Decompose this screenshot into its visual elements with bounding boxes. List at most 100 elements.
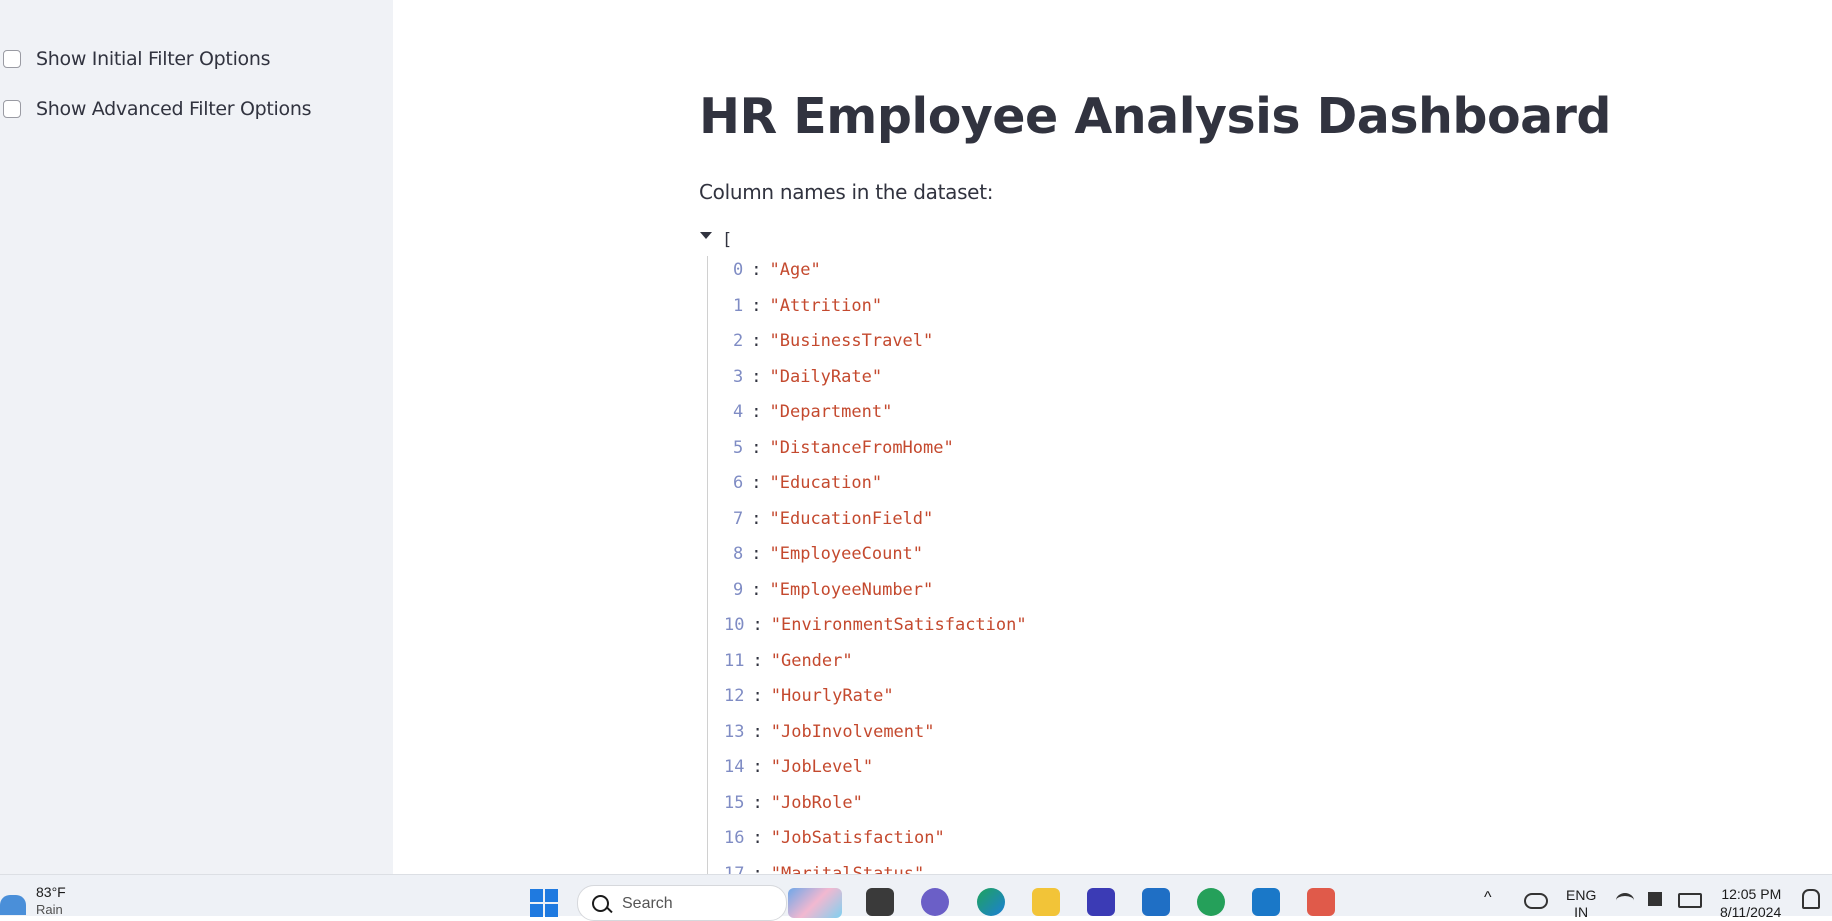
- json-index: 4: [733, 402, 744, 422]
- json-value: "EmployeeCount": [769, 544, 924, 564]
- json-colon: :: [752, 828, 763, 848]
- json-open-bracket: [: [722, 230, 733, 250]
- json-value: "DailyRate": [769, 366, 883, 387]
- json-list-item: 2: "BusinessTravel": [733, 331, 933, 351]
- clock-time: 12:05 PM: [1721, 886, 1782, 902]
- json-index: 3: [733, 366, 744, 387]
- powerapps-icon[interactable]: [1087, 888, 1115, 916]
- json-colon: :: [751, 260, 762, 280]
- json-list-item: 16: "JobSatisfaction": [724, 828, 945, 848]
- battery-icon[interactable]: [1678, 893, 1702, 908]
- meet-icon[interactable]: [921, 888, 949, 916]
- json-list-item: 6: "Education": [733, 473, 882, 493]
- json-value: "EducationField": [769, 508, 934, 529]
- store-icon[interactable]: [1142, 888, 1170, 916]
- json-value: "BusinessTravel": [769, 331, 934, 351]
- json-value: "JobInvolvement": [770, 721, 935, 742]
- json-colon: :: [751, 544, 762, 564]
- json-collapse-toggle-icon[interactable]: [700, 232, 712, 239]
- json-value: "DistanceFromHome": [769, 437, 954, 458]
- json-colon: :: [751, 295, 762, 316]
- json-list-item: 9: "EmployeeNumber": [733, 580, 933, 600]
- snip-icon[interactable]: [1307, 888, 1335, 916]
- chevron-up-icon[interactable]: ^: [1484, 889, 1492, 907]
- search-highlight-image[interactable]: [788, 888, 842, 918]
- task-view-icon[interactable]: [866, 888, 894, 916]
- json-list-item: 10: "EnvironmentSatisfaction": [724, 615, 1027, 635]
- checkbox-label: Show Advanced Filter Options: [36, 98, 312, 120]
- page-title: HR Employee Analysis Dashboard: [699, 88, 1611, 145]
- weather-temperature[interactable]: 83°F: [36, 884, 66, 900]
- clock[interactable]: 12:05 PM 8/11/2024: [1720, 885, 1781, 921]
- dataset-columns-caption: Column names in the dataset:: [699, 180, 994, 204]
- clock-date: 8/11/2024: [1720, 904, 1782, 920]
- json-index: 5: [733, 437, 744, 458]
- file-explorer-icon[interactable]: [1032, 888, 1060, 916]
- json-index: 7: [733, 508, 744, 529]
- windows-start-icon[interactable]: [530, 889, 558, 917]
- search-icon: [592, 895, 609, 912]
- checkbox-box[interactable]: [3, 100, 21, 118]
- checkbox-label: Show Initial Filter Options: [36, 48, 271, 70]
- json-list-item: 12: "HourlyRate": [724, 686, 894, 706]
- json-value: "Attrition": [769, 295, 883, 316]
- json-value: "Education": [769, 473, 883, 493]
- language-indicator[interactable]: ENG IN: [1566, 887, 1596, 921]
- json-colon: :: [751, 402, 762, 422]
- json-colon: :: [751, 366, 762, 387]
- json-index: 10: [724, 615, 745, 635]
- json-list-item: 11: "Gender": [724, 651, 853, 671]
- json-list-item: 15: "JobRole": [724, 793, 863, 813]
- language-code: ENG: [1566, 887, 1597, 903]
- show-advanced-filter-checkbox[interactable]: Show Advanced Filter Options: [0, 98, 312, 120]
- json-index: 12: [724, 686, 745, 706]
- wifi-icon[interactable]: [1616, 893, 1634, 908]
- json-index: 6: [733, 473, 744, 493]
- show-initial-filter-checkbox[interactable]: Show Initial Filter Options: [0, 48, 271, 70]
- json-index: 2: [733, 331, 744, 351]
- json-value: "Age": [769, 260, 821, 280]
- notification-bell-icon[interactable]: [1802, 889, 1820, 909]
- weather-icon[interactable]: [0, 895, 26, 915]
- json-index: 9: [733, 579, 744, 600]
- json-colon: :: [752, 792, 763, 813]
- taskbar-search-box[interactable]: Search: [577, 885, 787, 921]
- json-index: 14: [724, 757, 745, 777]
- main-content: HR Employee Analysis Dashboard Column na…: [393, 0, 1832, 874]
- json-list-item: 14: "JobLevel": [724, 757, 873, 777]
- json-list-item: 3: "DailyRate": [733, 367, 882, 387]
- volume-icon[interactable]: [1648, 892, 1662, 906]
- checkbox-box[interactable]: [3, 50, 21, 68]
- edge-icon[interactable]: [977, 888, 1005, 916]
- whatsapp-icon[interactable]: [1197, 888, 1225, 916]
- json-list-item: 0: "Age": [733, 260, 821, 280]
- onedrive-cloud-icon[interactable]: [1524, 893, 1548, 909]
- json-colon: :: [752, 863, 763, 875]
- json-value: "Department": [769, 402, 893, 422]
- vscode-icon[interactable]: [1252, 888, 1280, 916]
- json-value: "EmployeeNumber": [769, 579, 934, 600]
- json-indent-guide: [707, 256, 708, 874]
- json-colon: :: [751, 508, 762, 529]
- json-list-item: 1: "Attrition": [733, 296, 882, 316]
- json-value: "HourlyRate": [770, 686, 894, 706]
- json-list-item: 17: "MaritalStatus": [724, 864, 924, 875]
- json-value: "EnvironmentSatisfaction": [770, 615, 1027, 635]
- region-code: IN: [1574, 904, 1589, 920]
- json-list-item: 4: "Department": [733, 402, 892, 422]
- json-colon: :: [752, 757, 763, 777]
- json-list-item: 7: "EducationField": [733, 509, 933, 529]
- json-colon: :: [752, 615, 763, 635]
- json-value: "Gender": [770, 650, 853, 671]
- json-index: 0: [733, 260, 744, 280]
- windows-taskbar: 83°F Rain Search ^ ENG IN 12:05 PM 8/11/…: [0, 874, 1832, 921]
- json-index: 15: [724, 792, 745, 813]
- json-list-item: 8: "EmployeeCount": [733, 544, 923, 564]
- json-value: "JobLevel": [770, 757, 874, 777]
- json-value: "MaritalStatus": [770, 863, 925, 875]
- json-value: "JobRole": [770, 792, 863, 813]
- json-index: 8: [733, 544, 744, 564]
- json-list-item: 13: "JobInvolvement": [724, 722, 935, 742]
- json-index: 1: [733, 295, 744, 316]
- json-colon: :: [751, 331, 762, 351]
